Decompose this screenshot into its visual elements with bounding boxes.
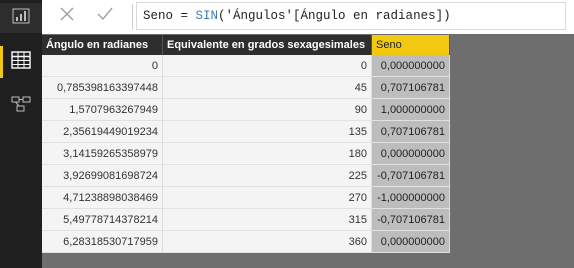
model-view-button[interactable]	[0, 90, 42, 122]
table-header-row: Ángulo en radianes Equivalente en grados…	[42, 35, 450, 55]
cell-radians[interactable]: 4,71238898038469	[42, 186, 163, 209]
cell-degrees[interactable]: 360	[162, 230, 372, 253]
formula-function: SIN	[195, 9, 219, 23]
cell-degrees[interactable]: 0	[162, 55, 372, 77]
cell-degrees[interactable]: 90	[162, 98, 372, 121]
report-view-button[interactable]	[0, 3, 42, 33]
cell-degrees[interactable]: 270	[162, 186, 372, 209]
table-icon	[11, 50, 31, 74]
cell-degrees[interactable]: 180	[162, 142, 372, 165]
table-row: 4,71238898038469 270 -1,000000000	[42, 186, 450, 209]
cell-radians[interactable]: 3,92699081698724	[42, 164, 163, 187]
cell-sine[interactable]: 0,000000000	[371, 230, 450, 253]
formula-input[interactable]: Seno = SIN('Ángulos'[Ángulo en radianes]…	[136, 2, 566, 30]
formula-prefix: Seno =	[143, 9, 196, 23]
table-row: 1,5707963267949 90 1,000000000	[42, 98, 450, 121]
table-row: 0 0 0,000000000	[42, 55, 450, 77]
cell-radians[interactable]: 0	[42, 55, 163, 77]
relationships-icon	[11, 95, 31, 118]
formula-args: ('Ángulos'[Ángulo en radianes])	[218, 9, 451, 23]
check-icon	[97, 7, 113, 26]
close-icon	[60, 7, 74, 26]
table-row: 0,785398163397448 45 0,707106781	[42, 76, 450, 99]
table-row: 5,49778714378214 315 -0,707106781	[42, 208, 450, 231]
cell-radians[interactable]: 6,28318530717959	[42, 230, 163, 253]
cell-sine[interactable]: -0,707106781	[371, 164, 450, 187]
table-row: 6,28318530717959 360 0,000000000	[42, 230, 450, 253]
commit-formula-button[interactable]	[90, 4, 120, 28]
cell-degrees[interactable]: 225	[162, 164, 372, 187]
cell-radians[interactable]: 3,14159265358979	[42, 142, 163, 165]
cell-degrees[interactable]: 135	[162, 120, 372, 143]
cell-radians[interactable]: 2,35619449019234	[42, 120, 163, 143]
cell-sine[interactable]: 0,000000000	[371, 142, 450, 165]
cancel-formula-button[interactable]	[52, 4, 82, 28]
formula-bar-divider	[132, 4, 133, 30]
cell-degrees[interactable]: 45	[162, 76, 372, 99]
column-header-sine[interactable]: Seno	[371, 35, 450, 55]
cell-radians[interactable]: 1,5707963267949	[42, 98, 163, 121]
data-view-button[interactable]	[0, 46, 42, 78]
table-row: 2,35619449019234 135 0,707106781	[42, 120, 450, 143]
bar-chart-icon	[12, 8, 30, 29]
cell-sine[interactable]: 0,000000000	[371, 55, 450, 77]
cell-sine[interactable]: -0,707106781	[371, 208, 450, 231]
table-row: 3,92699081698724 225 -0,707106781	[42, 164, 450, 187]
view-nav-rail	[0, 0, 42, 268]
cell-sine[interactable]: 0,707106781	[371, 76, 450, 99]
table-row: 3,14159265358979 180 0,000000000	[42, 142, 450, 165]
cell-radians[interactable]: 0,785398163397448	[42, 76, 163, 99]
cell-sine[interactable]: 1,000000000	[371, 98, 450, 121]
data-table: Ángulo en radianes Equivalente en grados…	[42, 35, 450, 253]
column-header-angle-radians[interactable]: Ángulo en radianes	[42, 35, 163, 55]
cell-radians[interactable]: 5,49778714378214	[42, 208, 163, 231]
column-header-degrees[interactable]: Equivalente en grados sexagesimales	[162, 35, 372, 55]
formula-bar: Seno = SIN('Ángulos'[Ángulo en radianes]…	[42, 0, 574, 35]
cell-degrees[interactable]: 315	[162, 208, 372, 231]
cell-sine[interactable]: 0,707106781	[371, 120, 450, 143]
cell-sine[interactable]: -1,000000000	[371, 186, 450, 209]
